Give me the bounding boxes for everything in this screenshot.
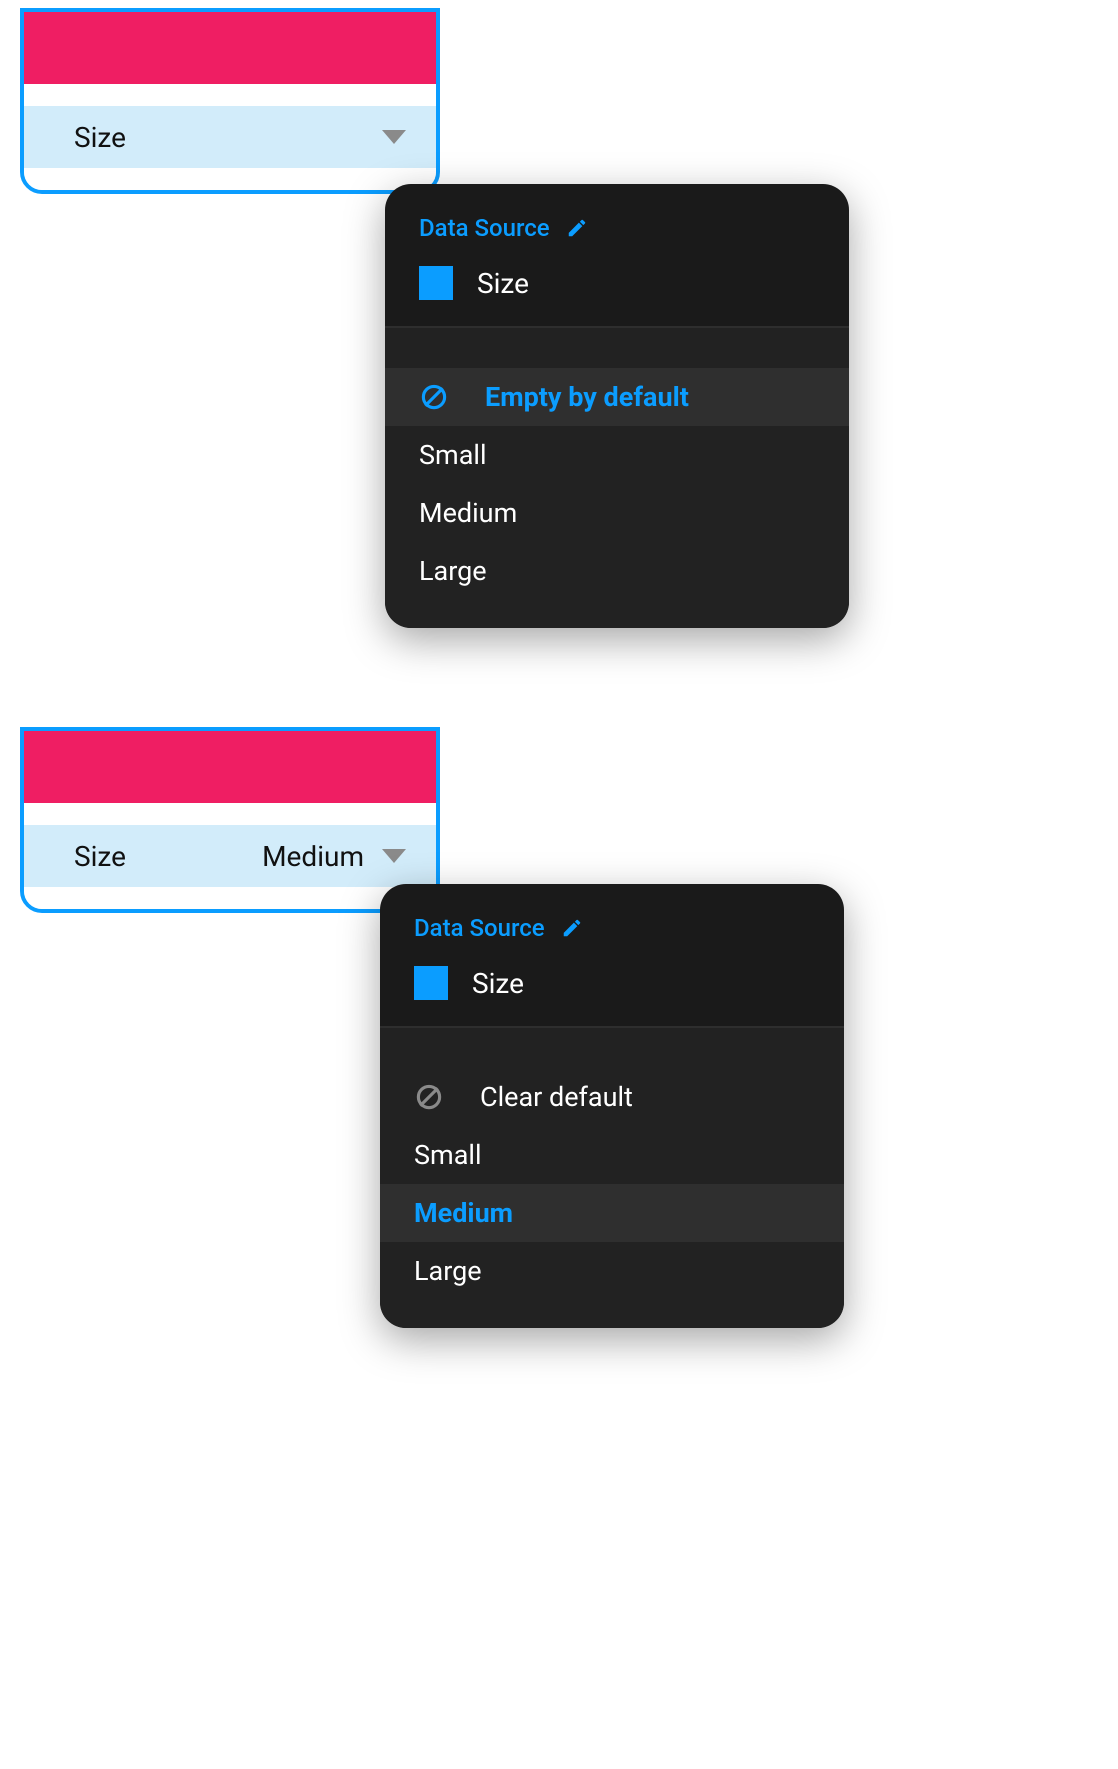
widget-header	[24, 12, 436, 84]
data-source-heading: Data Source	[414, 914, 545, 942]
data-source-popover: Data Source Size Empty by default	[385, 184, 849, 628]
option-label: Large	[419, 555, 815, 587]
option-label: Large	[414, 1255, 810, 1287]
select-label: Size	[74, 121, 126, 154]
edit-icon[interactable]	[561, 917, 583, 939]
field-color-swatch	[414, 966, 448, 1000]
option-small[interactable]: Small	[380, 1126, 844, 1184]
clear-default-option[interactable]: Clear default	[380, 1068, 844, 1126]
chevron-down-icon	[382, 130, 406, 144]
null-icon	[419, 382, 453, 412]
select-widget: Size	[20, 8, 440, 194]
null-icon	[414, 1082, 448, 1112]
option-small[interactable]: Small	[385, 426, 849, 484]
edit-icon[interactable]	[566, 217, 588, 239]
data-source-heading: Data Source	[419, 214, 550, 242]
option-large[interactable]: Large	[380, 1242, 844, 1300]
option-label: Empty by default	[485, 381, 815, 413]
option-medium[interactable]: Medium	[380, 1184, 844, 1242]
size-select[interactable]: Size	[24, 106, 436, 168]
data-source-popover: Data Source Size Clear default Sma	[380, 884, 844, 1328]
option-large[interactable]: Large	[385, 542, 849, 600]
field-name: Size	[477, 267, 529, 300]
options-list: Clear default Small Medium Large	[380, 1068, 844, 1328]
option-label: Clear default	[480, 1081, 810, 1113]
field-name: Size	[472, 967, 524, 1000]
select-value: Medium	[262, 840, 364, 873]
field-color-swatch	[419, 266, 453, 300]
chevron-down-icon	[382, 849, 406, 863]
option-label: Small	[414, 1139, 810, 1171]
widget-body: Size Medium	[24, 803, 436, 909]
select-widget: Size Medium	[20, 727, 440, 913]
option-medium[interactable]: Medium	[385, 484, 849, 542]
widget-body: Size	[24, 84, 436, 190]
option-label: Medium	[414, 1197, 810, 1229]
empty-default-option[interactable]: Empty by default	[385, 368, 849, 426]
options-list: Empty by default Small Medium Large	[385, 368, 849, 628]
size-select[interactable]: Size Medium	[24, 825, 436, 887]
select-label: Size	[74, 840, 126, 873]
option-label: Small	[419, 439, 815, 471]
option-label: Medium	[419, 497, 815, 529]
widget-header	[24, 731, 436, 803]
